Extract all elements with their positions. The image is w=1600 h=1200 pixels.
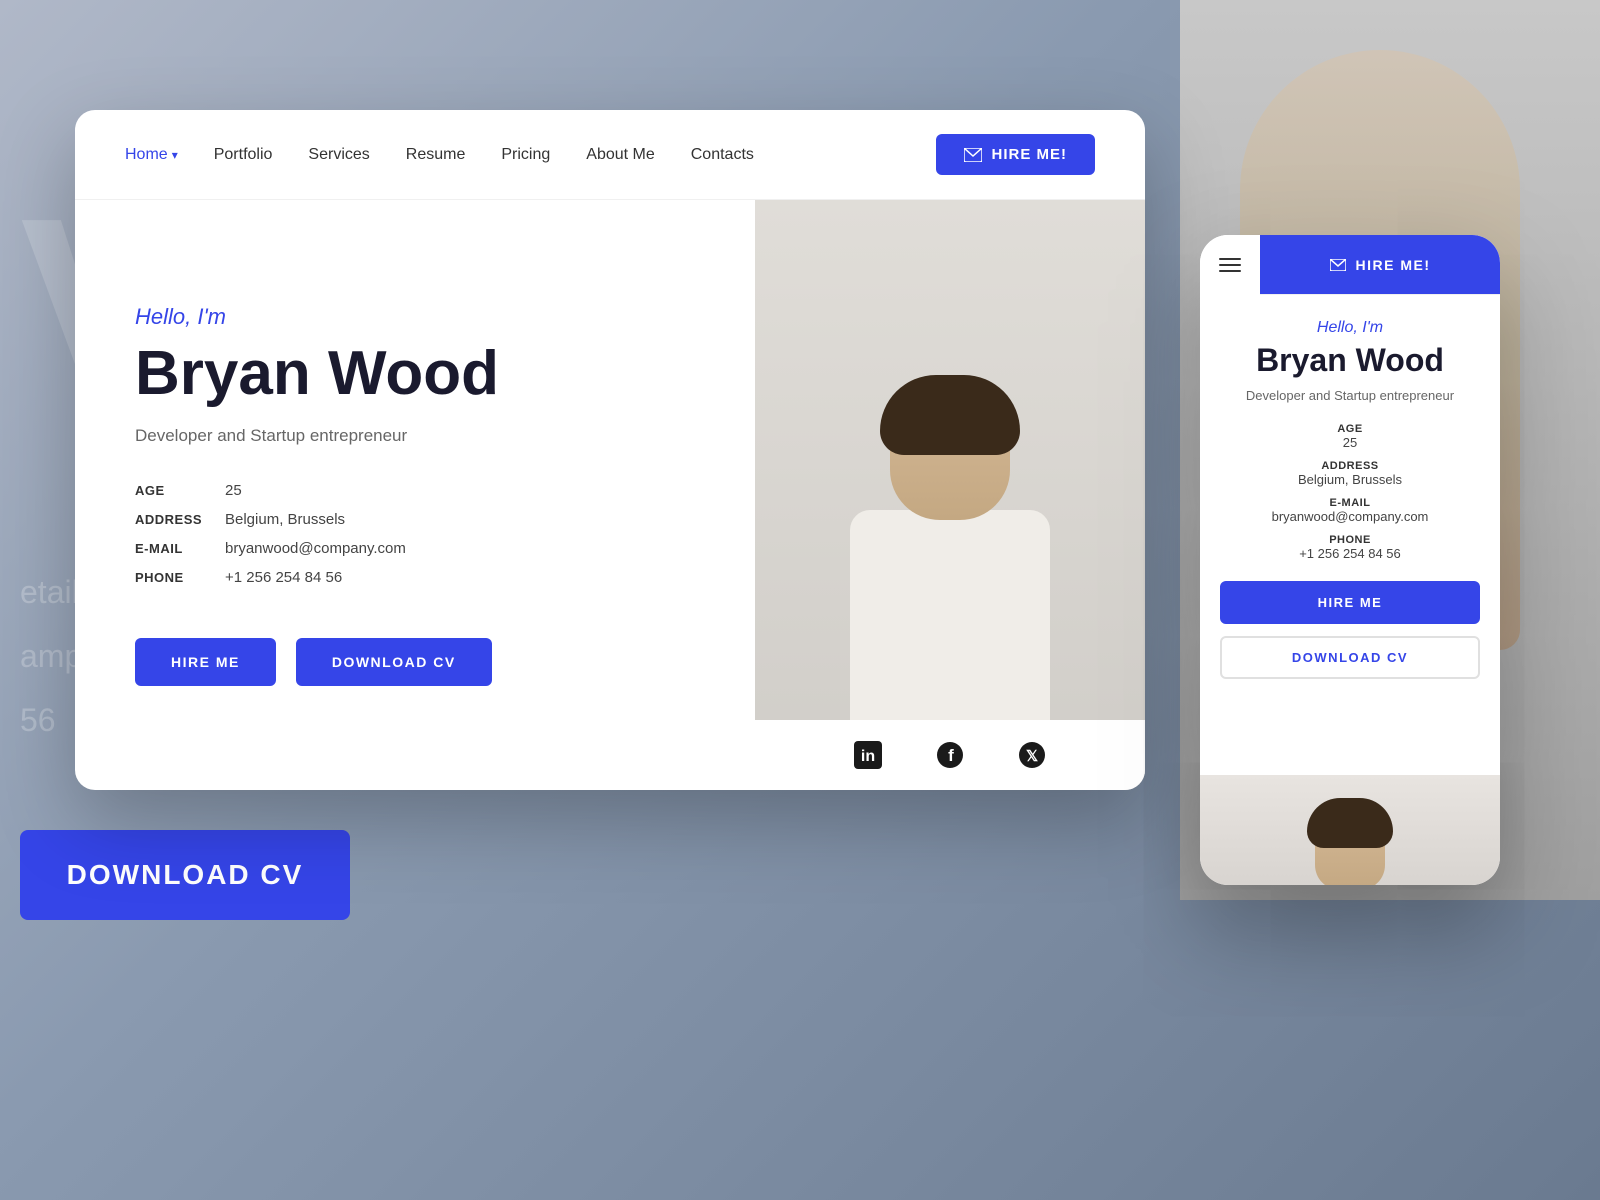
card-content: Hello, I'm Bryan Wood Developer and Star… [75, 200, 1145, 790]
bg-download-btn: DOWNLOAD CV [20, 830, 350, 920]
mobile-bottom-photo [1200, 775, 1500, 885]
nav-contacts[interactable]: Contacts [691, 146, 754, 164]
hamburger-button[interactable] [1200, 235, 1260, 295]
profile-photo [755, 200, 1145, 790]
person-head [890, 390, 1010, 520]
mobile-hire-me-button[interactable]: HIRE ME [1220, 581, 1480, 624]
navigation: Home Portfolio Services Resume Pricing A… [75, 110, 1145, 200]
mail-icon [964, 148, 982, 162]
greeting-text: Hello, I'm [135, 304, 695, 330]
mobile-topbar: HIRE ME! [1200, 235, 1500, 295]
hire-me-nav-button[interactable]: HIRE ME! [936, 134, 1096, 175]
facebook-icon[interactable]: f [934, 739, 966, 771]
mobile-hire-me-nav-button[interactable]: HIRE ME! [1260, 235, 1500, 294]
mobile-person-hair [1307, 798, 1393, 848]
profile-subtitle: Developer and Startup entrepreneur [135, 426, 695, 446]
address-value: Belgium, Brussels [225, 511, 345, 528]
nav-resume[interactable]: Resume [406, 146, 466, 164]
email-value: bryanwood@company.com [225, 540, 406, 557]
nav-about[interactable]: About Me [586, 146, 654, 164]
info-row-age: AGE 25 [135, 482, 695, 499]
info-row-phone: PHONE +1 256 254 84 56 [135, 569, 695, 586]
profile-name: Bryan Wood [135, 340, 695, 408]
left-panel: Hello, I'm Bryan Wood Developer and Star… [75, 200, 755, 790]
hamburger-line-1 [1219, 258, 1241, 260]
mobile-age-row: AGE 25 [1220, 423, 1480, 450]
linkedin-icon[interactable]: in [852, 739, 884, 771]
mobile-email-value: bryanwood@company.com [1220, 509, 1480, 524]
age-value: 25 [225, 482, 242, 499]
mobile-address-row: ADDRESS Belgium, Brussels [1220, 460, 1480, 487]
mobile-download-cv-button[interactable]: DOWNLOAD CV [1220, 636, 1480, 679]
address-label: ADDRESS [135, 512, 225, 527]
mobile-email-label: E-MAIL [1220, 497, 1480, 509]
phone-label: PHONE [135, 570, 225, 585]
mobile-info-table: AGE 25 ADDRESS Belgium, Brussels E-MAIL … [1220, 423, 1480, 561]
phone-value: +1 256 254 84 56 [225, 569, 342, 586]
right-photo-panel: in f 𝕏 [755, 200, 1145, 790]
mobile-phone-value: +1 256 254 84 56 [1220, 546, 1480, 561]
svg-text:in: in [861, 748, 875, 765]
mobile-person-head [1315, 810, 1385, 885]
svg-text:f: f [948, 746, 954, 765]
svg-text:𝕏: 𝕏 [1026, 748, 1038, 765]
email-label: E-MAIL [135, 541, 225, 556]
action-buttons: HIRE ME DOWNLOAD CV [135, 638, 695, 686]
info-row-address: ADDRESS Belgium, Brussels [135, 511, 695, 528]
mobile-subtitle: Developer and Startup entrepreneur [1220, 388, 1480, 403]
mobile-profile-name: Bryan Wood [1220, 343, 1480, 378]
mobile-mail-icon [1330, 259, 1346, 271]
nav-home[interactable]: Home [125, 146, 178, 164]
mobile-greeting: Hello, I'm [1220, 319, 1480, 337]
nav-portfolio[interactable]: Portfolio [214, 146, 273, 164]
person-hair [880, 375, 1020, 455]
twitter-icon[interactable]: 𝕏 [1016, 739, 1048, 771]
hire-me-button[interactable]: HIRE ME [135, 638, 276, 686]
mobile-card: HIRE ME! Hello, I'm Bryan Wood Developer… [1200, 235, 1500, 885]
hamburger-icon [1219, 258, 1241, 272]
desktop-card: Home Portfolio Services Resume Pricing A… [75, 110, 1145, 790]
mobile-content: Hello, I'm Bryan Wood Developer and Star… [1200, 295, 1500, 703]
hamburger-line-2 [1219, 264, 1241, 266]
mobile-email-row: E-MAIL bryanwood@company.com [1220, 497, 1480, 524]
age-label: AGE [135, 483, 225, 498]
nav-links: Home Portfolio Services Resume Pricing A… [125, 146, 754, 164]
nav-services[interactable]: Services [308, 146, 369, 164]
hamburger-line-3 [1219, 270, 1241, 272]
mobile-address-label: ADDRESS [1220, 460, 1480, 472]
mobile-phone-label: PHONE [1220, 534, 1480, 546]
info-table: AGE 25 ADDRESS Belgium, Brussels E-MAIL … [135, 482, 695, 598]
mobile-address-value: Belgium, Brussels [1220, 472, 1480, 487]
mobile-age-label: AGE [1220, 423, 1480, 435]
info-row-email: E-MAIL bryanwood@company.com [135, 540, 695, 557]
social-bar: in f 𝕏 [755, 720, 1145, 790]
mobile-phone-row: PHONE +1 256 254 84 56 [1220, 534, 1480, 561]
nav-pricing[interactable]: Pricing [501, 146, 550, 164]
download-cv-button[interactable]: DOWNLOAD CV [296, 638, 492, 686]
mobile-age-value: 25 [1220, 435, 1480, 450]
